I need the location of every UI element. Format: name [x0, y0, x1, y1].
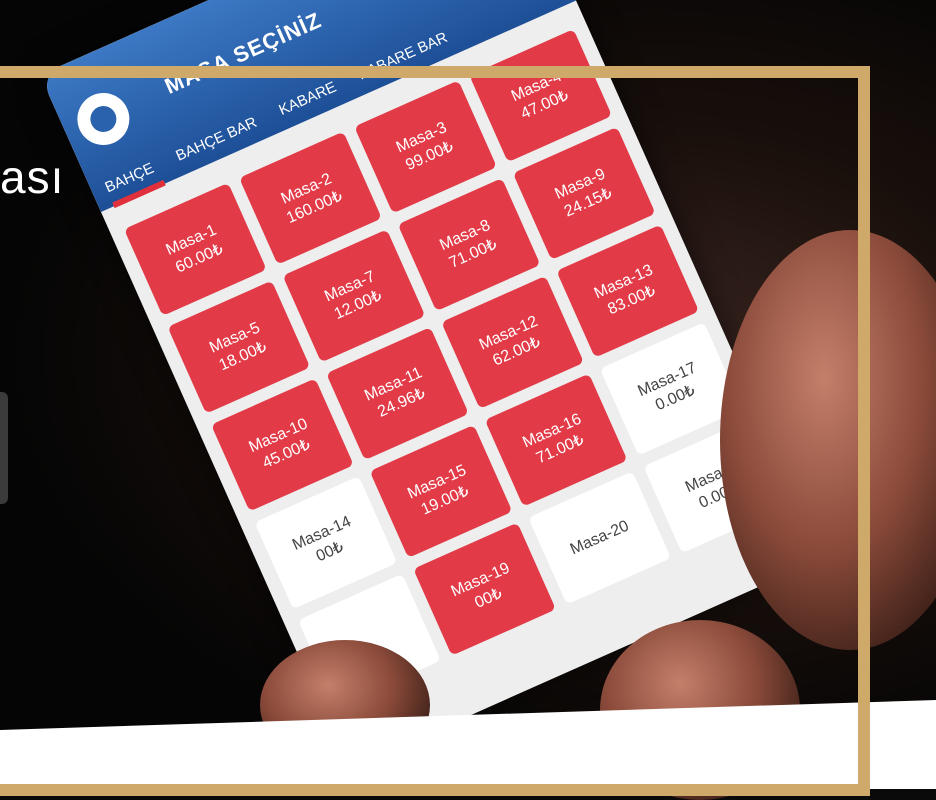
gold-frame [0, 66, 870, 796]
notification-bell-icon[interactable] [383, 0, 438, 2]
